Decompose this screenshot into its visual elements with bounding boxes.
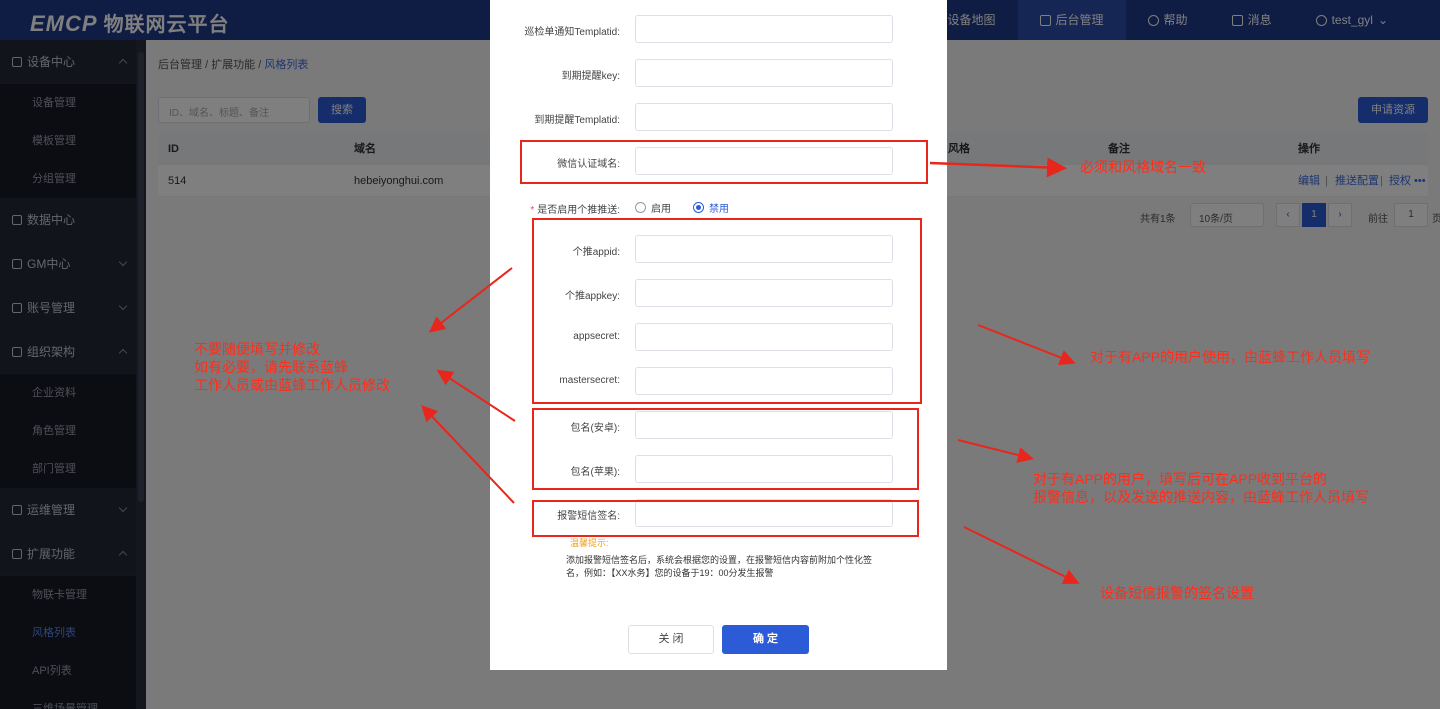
radio-checked-icon — [693, 202, 704, 213]
annotation-do-not-modify: 不要随便填写并修改 如有必要，请先联系蓝蜂 工作人员或由蓝蜂工作人员修改 — [194, 340, 390, 394]
annotation-line: 如有必要，请先联系蓝蜂 — [194, 359, 348, 375]
radio-circle-icon — [635, 202, 646, 213]
annotation-box-sms — [532, 500, 919, 537]
field-expiry-key: 到期提醒key: — [490, 59, 947, 89]
field-label: 到期提醒Templatid: — [534, 115, 620, 126]
annotation-box-getui — [532, 218, 922, 404]
radio-enable[interactable]: 启用 — [635, 200, 671, 215]
confirm-button[interactable]: 确 定 — [722, 625, 809, 654]
annotation-box-wechat — [520, 140, 928, 184]
push-label: 是否启用个推推送: — [537, 205, 620, 216]
radio-label: 禁用 — [709, 204, 729, 215]
annotation-line: 对于有APP的用户，填写后可在APP收到平台的 — [1033, 471, 1328, 487]
inspection-templatid-input[interactable] — [635, 15, 893, 43]
annotation-app-alarm: 对于有APP的用户，填写后可在APP收到平台的 报警信息，以及发送的推送内容，由… — [1033, 470, 1369, 506]
annotation-line: 工作人员或由蓝蜂工作人员修改 — [194, 377, 390, 393]
radio-disable[interactable]: 禁用 — [693, 200, 729, 215]
field-label: 巡检单通知Templatid: — [524, 27, 620, 38]
required-mark: * — [530, 205, 535, 216]
field-inspection-templatid: 巡检单通知Templatid: — [490, 15, 947, 45]
field-label: * 是否启用个推推送: — [530, 201, 620, 216]
annotation-domain-consistent: 必须和风格域名一致 — [1080, 159, 1206, 175]
field-label: 到期提醒key: — [561, 71, 620, 82]
expiry-templatid-input[interactable] — [635, 103, 893, 131]
field-expiry-templatid: 到期提醒Templatid: — [490, 103, 947, 133]
annotation-app-users: 对于有APP的用户使用，由蓝蜂工作人员填写 — [1090, 349, 1371, 365]
hint-text: 添加报警短信签名后，系统会根据您的设置，在报警短信内容前附加个性化签名，例如：【… — [566, 555, 873, 578]
annotation-box-package — [532, 408, 919, 490]
annotation-line: 不要随便填写并修改 — [194, 341, 320, 357]
hint-title: 温馨提示: — [570, 538, 609, 548]
annotation-line: 报警信息，以及发送的推送内容，由蓝蜂工作人员填写 — [1033, 489, 1369, 505]
close-button[interactable]: 关 闭 — [628, 625, 714, 654]
expiry-key-input[interactable] — [635, 59, 893, 87]
annotation-sms-signature: 设备短信报警的签名设置 — [1100, 585, 1254, 601]
radio-label: 启用 — [651, 204, 671, 215]
